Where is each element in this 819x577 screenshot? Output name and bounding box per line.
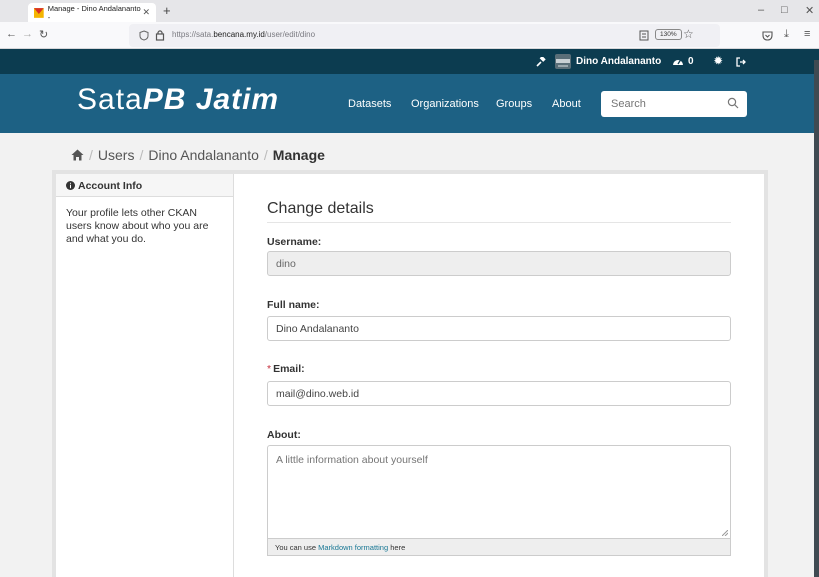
account-info-sidebar: Account Info Your profile lets other CKA… <box>56 174 234 577</box>
search-input[interactable] <box>611 92 721 116</box>
nav-link-groups[interactable]: Groups <box>496 98 532 110</box>
shield-icon[interactable] <box>139 30 149 41</box>
site-favicon-icon <box>34 7 44 18</box>
site-masthead: SataPB Jatim Datasets Organizations Grou… <box>0 74 819 133</box>
downloads-icon[interactable]: ⤓ <box>784 28 789 41</box>
bookmark-star-icon[interactable]: ☆ <box>683 27 694 41</box>
zoom-level-badge[interactable]: 130% <box>655 29 682 40</box>
sidebar-heading: Account Info <box>56 174 233 197</box>
home-icon[interactable] <box>71 149 84 161</box>
sidebar-description: Your profile lets other CKAN users know … <box>66 207 209 245</box>
nav-link-organizations[interactable]: Organizations <box>411 98 479 110</box>
breadcrumb-separator: / <box>89 147 93 163</box>
close-tab-icon[interactable]: ✕ <box>142 7 150 18</box>
maximize-window-icon[interactable]: □ <box>781 4 788 16</box>
username-field[interactable] <box>267 251 731 276</box>
info-icon <box>66 181 75 190</box>
address-bar[interactable]: https://sata.bencana.my.id/user/edit/din… <box>129 24 720 47</box>
gavel-icon[interactable] <box>536 57 546 67</box>
user-edit-card: Account Info Your profile lets other CKA… <box>56 174 764 577</box>
forward-arrow-icon[interactable]: → <box>22 28 33 40</box>
email-label: * Email: <box>267 363 305 375</box>
about-textarea[interactable] <box>267 445 731 539</box>
nav-link-datasets[interactable]: Datasets <box>348 98 391 110</box>
breadcrumb-users[interactable]: Users <box>98 147 135 163</box>
breadcrumb-user[interactable]: Dino Andalananto <box>148 147 259 163</box>
site-logo[interactable]: SataPB Jatim <box>77 83 279 117</box>
markdown-formatting-link[interactable]: Markdown formatting <box>318 543 388 552</box>
browser-tab[interactable]: Manage - Dino Andalananto - ✕ <box>28 3 156 22</box>
url-text: https://sata.bencana.my.id/user/edit/din… <box>172 30 316 39</box>
about-label: About: <box>267 429 301 441</box>
breadcrumb-separator: / <box>139 147 144 163</box>
fullname-label: Full name: <box>267 299 320 311</box>
minimize-window-icon[interactable]: – <box>758 4 764 16</box>
breadcrumb-separator: / <box>263 147 268 163</box>
required-indicator: * <box>267 363 272 375</box>
page-main: / Users / Dino Andalananto / Manage Account I… <box>0 133 819 577</box>
gear-icon[interactable]: ✹ <box>714 56 722 67</box>
browser-tab-strip: Manage - Dino Andalananto - ✕ + – □ ✕ <box>0 0 819 22</box>
close-window-icon[interactable]: ✕ <box>805 4 814 17</box>
reload-icon[interactable]: ↻ <box>39 28 48 41</box>
nav-link-about[interactable]: About <box>552 98 581 110</box>
help-prefix: You can use <box>275 543 317 552</box>
user-avatar-icon[interactable] <box>555 54 571 69</box>
page-scrollbar[interactable] <box>814 60 819 577</box>
resize-grip-icon[interactable] <box>722 530 728 536</box>
menu-icon[interactable]: ≡ <box>804 28 810 40</box>
search-icon[interactable] <box>727 97 739 109</box>
pocket-icon[interactable] <box>762 30 773 41</box>
help-suffix: here <box>390 543 406 552</box>
sign-out-icon[interactable] <box>736 57 746 67</box>
site-search <box>601 91 747 117</box>
fullname-field[interactable] <box>267 316 731 341</box>
lock-icon[interactable] <box>155 29 165 41</box>
username-label: Username: <box>267 236 322 248</box>
reader-view-icon[interactable] <box>639 30 649 41</box>
markdown-help-text: You can use Markdown formatting here <box>267 539 731 556</box>
breadcrumb: / Users / Dino Andalananto / Manage <box>71 147 325 163</box>
form-title: Change details <box>267 200 731 223</box>
browser-navigation-bar: ← → ↻ https://sata.bencana.my.id/user/ed… <box>0 22 819 49</box>
email-label-text: Email: <box>273 363 305 375</box>
back-arrow-icon[interactable]: ← <box>6 28 17 40</box>
new-tab-icon[interactable]: + <box>163 3 171 18</box>
email-field[interactable] <box>267 381 731 406</box>
dashboard-count[interactable]: 0 <box>688 56 694 67</box>
dashboard-icon[interactable] <box>672 56 684 67</box>
account-username[interactable]: Dino Andalananto <box>576 56 661 67</box>
account-masthead: Dino Andalananto 0 ✹ <box>0 49 819 74</box>
browser-tab-title: Manage - Dino Andalananto - <box>47 3 141 22</box>
breadcrumb-active[interactable]: Manage <box>273 147 325 163</box>
sidebar-heading-text: Account Info <box>78 180 143 192</box>
